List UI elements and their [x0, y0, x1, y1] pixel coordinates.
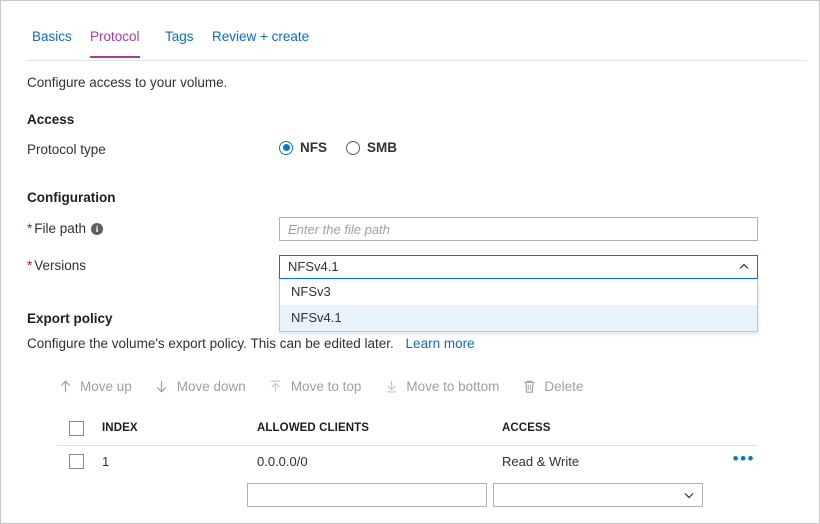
column-header-allowed-clients[interactable]: ALLOWED CLIENTS [257, 422, 369, 434]
tab-bar-divider [26, 60, 807, 61]
select-all-checkbox[interactable] [69, 421, 84, 436]
table-row[interactable]: 1 0.0.0.0/0 Read & Write ••• [57, 446, 757, 478]
move-to-bottom-label: Move to bottom [406, 378, 500, 394]
versions-selected-value: NFSv4.1 [288, 259, 339, 274]
export-policy-table: INDEX ALLOWED CLIENTS ACCESS 1 0.0.0.0/0… [57, 413, 757, 478]
learn-more-link[interactable]: Learn more [406, 336, 475, 351]
volume-protocol-page: Basics Protocol Tags Review + create Con… [0, 0, 820, 524]
cell-index: 1 [102, 454, 110, 469]
required-indicator-file-path: * [27, 221, 33, 236]
arrow-down-icon [154, 378, 170, 394]
info-icon[interactable]: i [91, 223, 104, 235]
move-up-label: Move up [80, 378, 132, 394]
versions-option-nfsv41[interactable]: NFSv4.1 [280, 305, 757, 331]
file-path-label: * File path i [27, 221, 104, 236]
tab-bar: Basics Protocol Tags Review + create [1, 27, 819, 61]
radio-mark-nfs [279, 140, 293, 155]
radio-option-nfs[interactable]: NFS [279, 140, 327, 155]
file-path-label-text: File path [34, 221, 87, 236]
move-to-top-label: Move to top [290, 378, 362, 394]
move-up-button[interactable]: Move up [57, 378, 132, 394]
section-heading-configuration: Configuration [27, 190, 116, 205]
file-path-input[interactable] [279, 217, 758, 241]
chevron-down-icon [684, 490, 694, 500]
arrow-to-top-icon [268, 378, 284, 394]
trash-icon [521, 378, 537, 394]
radio-option-smb[interactable]: SMB [346, 140, 397, 155]
row-checkbox[interactable] [69, 454, 84, 469]
tab-tags[interactable]: Tags [165, 27, 194, 58]
export-policy-editor-row [57, 483, 757, 513]
access-dropdown[interactable] [493, 483, 703, 507]
tab-protocol[interactable]: Protocol [90, 27, 140, 58]
protocol-type-radio-group: NFS SMB [279, 140, 416, 155]
move-to-top-button[interactable]: Move to top [268, 378, 362, 394]
radio-label-smb: SMB [367, 140, 397, 155]
versions-dropdown-listbox: NFSv3 NFSv4.1 [279, 279, 758, 332]
radio-label-nfs: NFS [300, 140, 327, 155]
required-indicator-versions: * [27, 258, 33, 273]
move-down-button[interactable]: Move down [154, 378, 246, 394]
page-description: Configure access to your volume. [27, 75, 228, 90]
tab-basics[interactable]: Basics [32, 27, 72, 58]
table-header-row: INDEX ALLOWED CLIENTS ACCESS [57, 413, 757, 446]
cell-access: Read & Write [502, 454, 580, 469]
versions-dropdown[interactable]: NFSv4.1 [279, 255, 758, 279]
row-more-actions-button[interactable]: ••• [733, 450, 755, 467]
versions-option-nfsv3[interactable]: NFSv3 [280, 279, 757, 305]
cell-allowed-clients: 0.0.0.0/0 [257, 454, 308, 469]
move-down-label: Move down [176, 378, 246, 394]
move-to-bottom-button[interactable]: Move to bottom [383, 378, 499, 394]
column-header-access[interactable]: ACCESS [502, 422, 551, 434]
export-policy-command-bar: Move up Move down Move to top Move to bo… [57, 378, 605, 394]
export-policy-description: Configure the volume's export policy. Th… [27, 336, 475, 351]
chevron-up-icon [739, 262, 749, 272]
section-heading-export-policy: Export policy [27, 311, 113, 326]
allowed-clients-input[interactable] [247, 483, 487, 507]
versions-label: * Versions [27, 258, 86, 273]
arrow-up-icon [57, 378, 73, 394]
export-policy-description-text: Configure the volume's export policy. Th… [27, 336, 394, 351]
column-header-index[interactable]: INDEX [102, 422, 138, 434]
arrow-to-bottom-icon [383, 378, 399, 394]
tab-review-create[interactable]: Review + create [212, 27, 309, 58]
protocol-type-label: Protocol type [27, 142, 106, 157]
delete-button[interactable]: Delete [521, 378, 583, 394]
delete-label: Delete [544, 378, 584, 394]
section-heading-access: Access [27, 112, 75, 127]
versions-label-text: Versions [34, 258, 87, 273]
radio-mark-smb [346, 140, 360, 155]
